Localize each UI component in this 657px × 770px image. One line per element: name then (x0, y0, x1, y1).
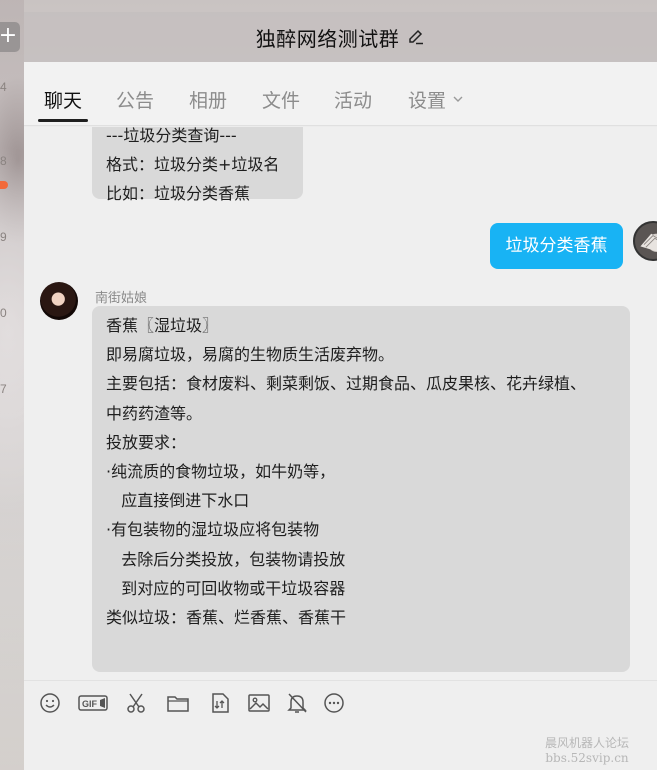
gif-icon[interactable]: GIF (78, 691, 108, 715)
message-line: 香蕉〖湿垃圾〗 (106, 316, 219, 335)
left-strip: + 4 8 9 0 7 (0, 0, 24, 770)
message-line: 去除后分类投放，包装物请投放 (106, 549, 346, 569)
folder-icon[interactable] (166, 691, 190, 715)
strip-number: 0 (0, 306, 7, 320)
chevron-down-icon (452, 88, 464, 102)
message-line: ·纯流质的食物垃圾，如牛奶等， (106, 462, 336, 482)
message-line: 类似垃圾：香蕉、烂香蕉、香蕉干 (106, 608, 347, 628)
strip-number: 9 (0, 230, 7, 244)
strip-number: 4 (0, 80, 7, 94)
message-line: 中药药渣等。 (106, 403, 203, 423)
group-title: 独醉网络测试群 (255, 26, 400, 51)
input-toolbar: GIF (24, 680, 657, 720)
sender-name[interactable]: 南街姑娘 (95, 287, 147, 306)
message-line: 到对应的可回收物或干垃圾容器 (106, 578, 346, 598)
image-icon[interactable] (247, 691, 271, 715)
my-avatar[interactable] (633, 221, 657, 261)
watermark-line: 晨风机器人论坛 (544, 736, 629, 750)
file-transfer-icon[interactable] (208, 691, 232, 715)
bell-mute-icon[interactable] (285, 691, 309, 715)
tab-settings[interactable]: 设置 (408, 86, 464, 113)
chat-panel: 聊天 公告 相册 文件 活动 设置 ---垃圾分类查询--- 格式：垃圾分类+垃… (24, 62, 657, 770)
message-line: 投放要求： (106, 432, 187, 452)
reply-message-bubble: 香蕉〖湿垃圾〗 即易腐垃圾，易腐的生物质生活废弃物。 主要包括：食材废料、剩菜剩… (92, 306, 630, 672)
tab-announcement[interactable]: 公告 (116, 86, 154, 113)
tab-chat[interactable]: 聊天 (44, 86, 82, 113)
active-tab-underline (38, 119, 88, 122)
tab-files[interactable]: 文件 (262, 86, 300, 113)
sender-avatar[interactable] (40, 282, 78, 320)
tab-activity[interactable]: 活动 (334, 86, 372, 113)
scissors-icon[interactable] (124, 691, 148, 715)
chat-header: 独醉网络测试群 (24, 12, 657, 62)
strip-number: 8 (0, 154, 7, 168)
unread-dot (0, 181, 8, 189)
message-line: ·有包装物的湿垃圾应将包装物 (106, 520, 320, 540)
message-bubble-top: ---垃圾分类查询--- 格式：垃圾分类+垃圾名 比如：垃圾分类香蕉 (92, 127, 303, 203)
emoji-icon[interactable] (38, 691, 62, 715)
my-message-bubble[interactable]: 垃圾分类香蕉 (490, 223, 623, 269)
add-button[interactable]: + (0, 22, 20, 52)
watermark: 晨风机器人论坛 bbs.52svip.cn (527, 736, 647, 766)
message-list[interactable]: ---垃圾分类查询--- 格式：垃圾分类+垃圾名 比如：垃圾分类香蕉 垃圾分类香… (24, 127, 657, 680)
tab-settings-label: 设置 (408, 90, 447, 112)
message-line: 应直接倒进下水口 (106, 491, 250, 511)
tab-bar: 聊天 公告 相册 文件 活动 设置 (24, 62, 657, 126)
message-line: 比如：垃圾分类香蕉 (106, 184, 251, 204)
strip-number: 7 (0, 382, 7, 396)
message-line: 主要包括：食材废料、剩菜剩饭、过期食品、瓜皮果核、花卉绿植、 (106, 374, 587, 394)
tab-album[interactable]: 相册 (189, 86, 227, 113)
message-line: ---垃圾分类查询--- (106, 127, 237, 145)
message-line: 格式：垃圾分类+垃圾名 (106, 155, 280, 175)
message-line: 即易腐垃圾，易腐的生物质生活废弃物。 (106, 345, 395, 365)
edit-icon[interactable] (407, 28, 425, 46)
message-input[interactable]: 晨风机器人论坛 bbs.52svip.cn (24, 720, 657, 770)
more-icon[interactable] (322, 691, 346, 715)
watermark-line: bbs.52svip.cn (545, 751, 629, 765)
svg-text:GIF: GIF (82, 699, 98, 709)
